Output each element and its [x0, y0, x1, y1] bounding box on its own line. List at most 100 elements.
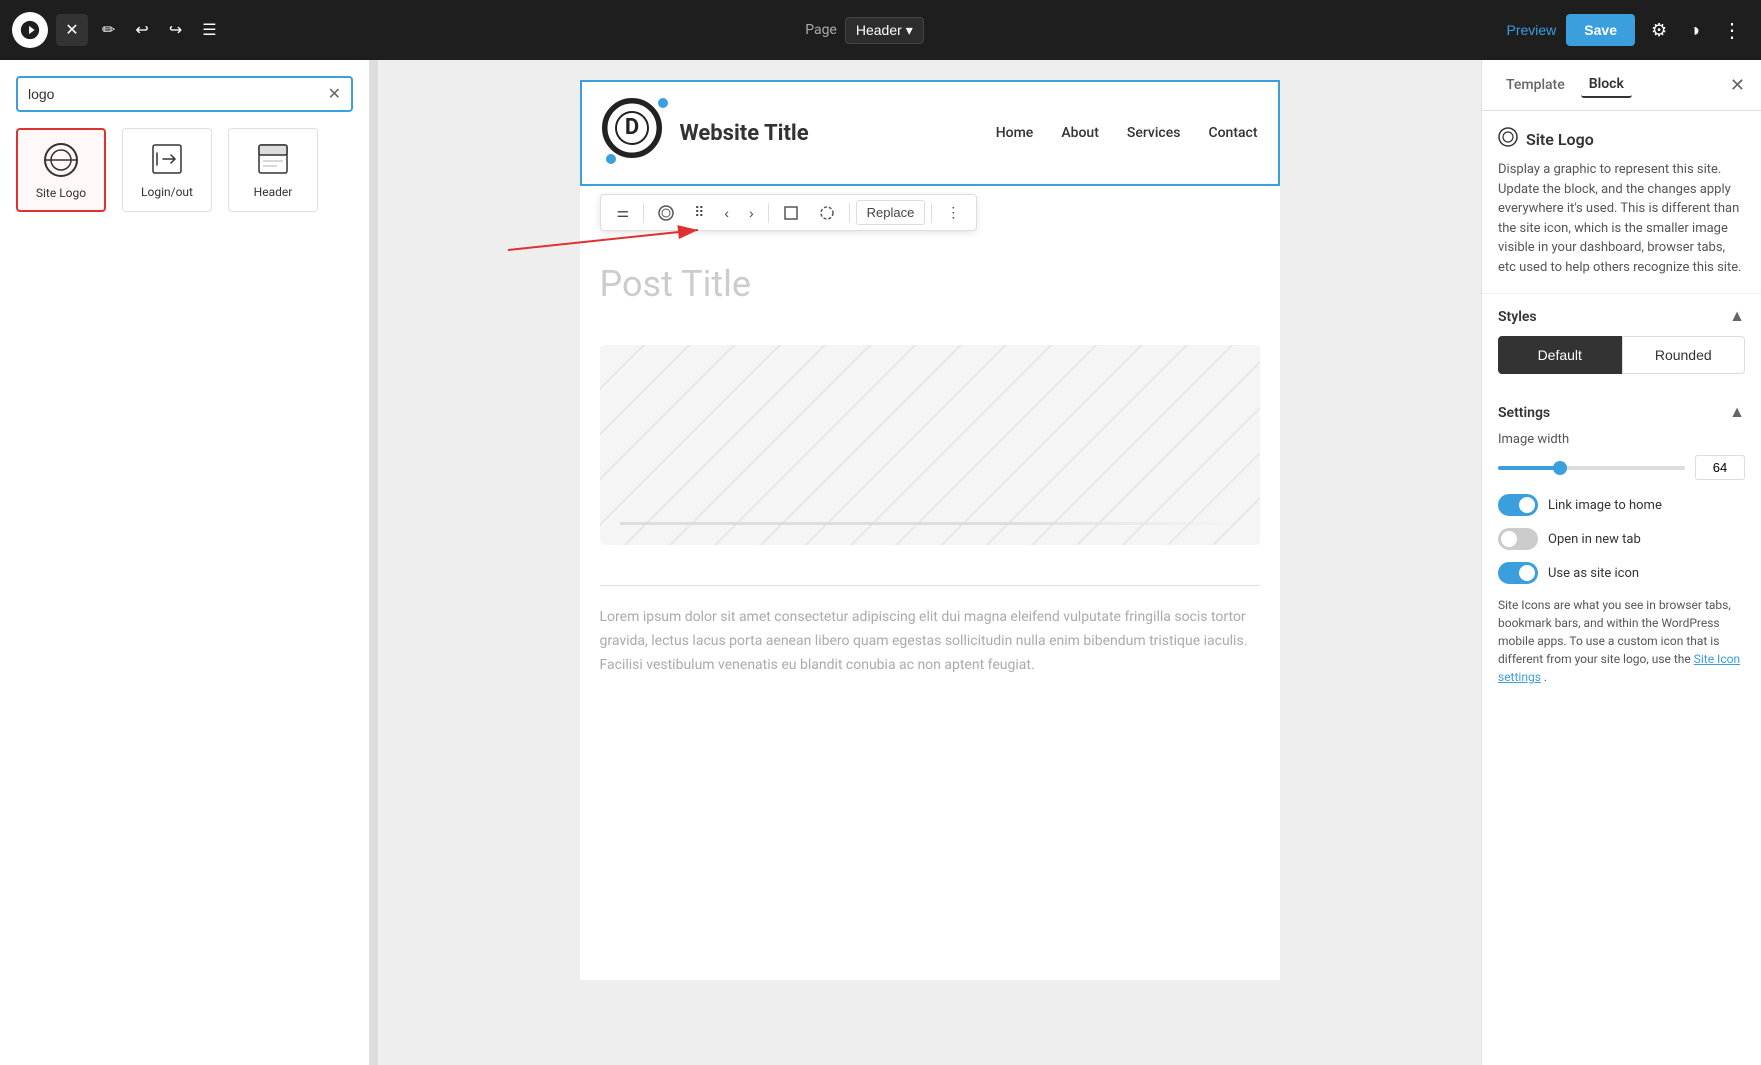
- main-layout: ✕ Site Logo: [0, 60, 1761, 1065]
- styles-title: Styles: [1498, 309, 1537, 325]
- content-area: [580, 325, 1280, 565]
- site-logo-panel-icon: [1498, 127, 1518, 152]
- styles-section: Styles ▲ Default Rounded: [1482, 294, 1761, 390]
- page-name-text: Header: [856, 22, 902, 38]
- toolbar-divider-4: [931, 203, 932, 223]
- link-image-toggle[interactable]: [1498, 494, 1538, 516]
- style-default-button[interactable]: Default: [1498, 336, 1622, 374]
- canvas-vertical-scrollbar[interactable]: [370, 60, 378, 1065]
- style-rounded-button[interactable]: Rounded: [1622, 336, 1746, 374]
- save-button[interactable]: Save: [1566, 14, 1635, 46]
- list-view-button[interactable]: ☰: [196, 14, 222, 46]
- more-options-button[interactable]: ⋮: [1716, 12, 1749, 49]
- block-label-header: Header: [254, 185, 293, 199]
- preview-button[interactable]: Preview: [1506, 22, 1556, 38]
- use-site-icon-slider: [1498, 562, 1538, 584]
- styles-buttons: Default Rounded: [1482, 336, 1761, 390]
- nav-item-services[interactable]: Services: [1127, 125, 1181, 141]
- site-logo-header: Site Logo: [1498, 127, 1745, 152]
- block-label-login-out: Login/out: [141, 185, 193, 199]
- use-site-icon-label: Use as site icon: [1548, 566, 1639, 581]
- close-button[interactable]: ✕: [56, 14, 88, 46]
- header-block[interactable]: D Website Title Home About Services Cont…: [580, 80, 1280, 186]
- page-name-button[interactable]: Header ▾: [845, 17, 924, 44]
- use-site-icon-toggle[interactable]: [1498, 562, 1538, 584]
- canvas-area: D Website Title Home About Services Cont…: [378, 60, 1481, 1065]
- redo-button[interactable]: ↪: [163, 14, 188, 46]
- search-clear-button[interactable]: ✕: [328, 84, 341, 104]
- replace-button[interactable]: Replace: [856, 200, 926, 225]
- panel-header: Template Block ✕: [1482, 60, 1761, 111]
- wordpress-logo[interactable]: [12, 12, 48, 48]
- image-width-slider[interactable]: [1498, 466, 1685, 470]
- block-item-site-logo[interactable]: Site Logo: [16, 128, 106, 212]
- logo-handle-bottom-left[interactable]: [606, 154, 616, 164]
- toolbar-divider-2: [768, 203, 769, 223]
- contrast-button[interactable]: ◑: [1683, 14, 1706, 47]
- open-new-tab-row: Open in new tab: [1498, 528, 1745, 550]
- panel-close-button[interactable]: ✕: [1730, 75, 1745, 96]
- block-label-site-logo: Site Logo: [36, 186, 86, 200]
- site-title: Website Title: [680, 121, 809, 146]
- toolbar-divider-1: [643, 203, 644, 223]
- toolbar-center: Page Header ▾: [231, 17, 1499, 44]
- align-button[interactable]: ⚌: [609, 199, 638, 226]
- post-title: Post Title: [580, 243, 1280, 325]
- link-image-slider: [1498, 494, 1538, 516]
- page-label: Page: [805, 22, 837, 38]
- open-new-tab-slider: [1498, 528, 1538, 550]
- site-logo-icon: [41, 140, 81, 180]
- canvas-scroll[interactable]: D Website Title Home About Services Cont…: [378, 60, 1481, 1065]
- settings-collapse-button[interactable]: ▲: [1729, 404, 1745, 422]
- settings-section: Settings ▲ Image width 64: [1482, 390, 1761, 702]
- settings-title: Settings: [1498, 405, 1550, 421]
- site-logo-section: Site Logo Display a graphic to represent…: [1482, 111, 1761, 294]
- search-box: ✕: [16, 76, 353, 112]
- link-image-row: Link image to home: [1498, 494, 1745, 516]
- block-item-login-out[interactable]: Login/out: [122, 128, 212, 212]
- drag-button[interactable]: ⠿: [686, 199, 712, 226]
- block-grid: Site Logo Login/out: [16, 128, 353, 212]
- use-site-icon-row: Use as site icon: [1498, 562, 1745, 584]
- circle-button[interactable]: [811, 200, 843, 226]
- top-toolbar: ✕ ✏ ↩ ↪ ☰ Page Header ▾ Preview Save ⚙ ◑…: [0, 0, 1761, 60]
- lorem-text: Lorem ipsum dolor sit amet consectetur a…: [580, 606, 1280, 697]
- open-new-tab-toggle[interactable]: [1498, 528, 1538, 550]
- login-out-icon: [147, 139, 187, 179]
- undo-button[interactable]: ↩: [129, 14, 154, 46]
- site-icon-text-end: .: [1544, 670, 1547, 684]
- settings-content: Image width 64 Link image to home: [1482, 432, 1761, 702]
- tab-template[interactable]: Template: [1498, 73, 1573, 97]
- nav-items: Home About Services Contact: [996, 125, 1258, 141]
- image-width-row: Image width 64: [1498, 432, 1745, 480]
- nav-prev-button[interactable]: ‹: [716, 200, 737, 226]
- search-input[interactable]: [28, 86, 320, 102]
- styles-collapse-button[interactable]: ▲: [1729, 308, 1745, 326]
- styles-header: Styles ▲: [1482, 294, 1761, 336]
- site-logo-description: Display a graphic to represent this site…: [1498, 160, 1745, 277]
- crop-button[interactable]: [775, 200, 807, 226]
- right-panel: Template Block ✕ Site Logo Display a gra…: [1481, 60, 1761, 1065]
- edit-button[interactable]: ✏: [96, 14, 121, 46]
- nav-next-button[interactable]: ›: [741, 200, 762, 226]
- canvas-page: D Website Title Home About Services Cont…: [580, 80, 1280, 980]
- toolbar-divider-3: [849, 203, 850, 223]
- logo-handle-top-right[interactable]: [658, 98, 668, 108]
- more-toolbar-button[interactable]: ⋮: [938, 199, 968, 226]
- image-width-input[interactable]: 64: [1695, 455, 1745, 480]
- tab-block[interactable]: Block: [1581, 72, 1632, 98]
- logo-container: D: [602, 98, 672, 168]
- block-item-header[interactable]: Header: [228, 128, 318, 212]
- nav-item-home[interactable]: Home: [996, 125, 1034, 141]
- image-width-label: Image width: [1498, 432, 1745, 447]
- settings-gear-button[interactable]: ⚙: [1645, 14, 1673, 47]
- content-placeholder: [600, 345, 1260, 545]
- divider-line: [600, 585, 1260, 586]
- settings-header: Settings ▲: [1482, 390, 1761, 432]
- site-logo-toolbar-icon[interactable]: [650, 200, 682, 226]
- nav-item-contact[interactable]: Contact: [1208, 125, 1257, 141]
- logo-image[interactable]: D: [602, 98, 662, 158]
- placeholder-lines: [600, 345, 1260, 545]
- slider-container: 64: [1498, 455, 1745, 480]
- nav-item-about[interactable]: About: [1061, 125, 1099, 141]
